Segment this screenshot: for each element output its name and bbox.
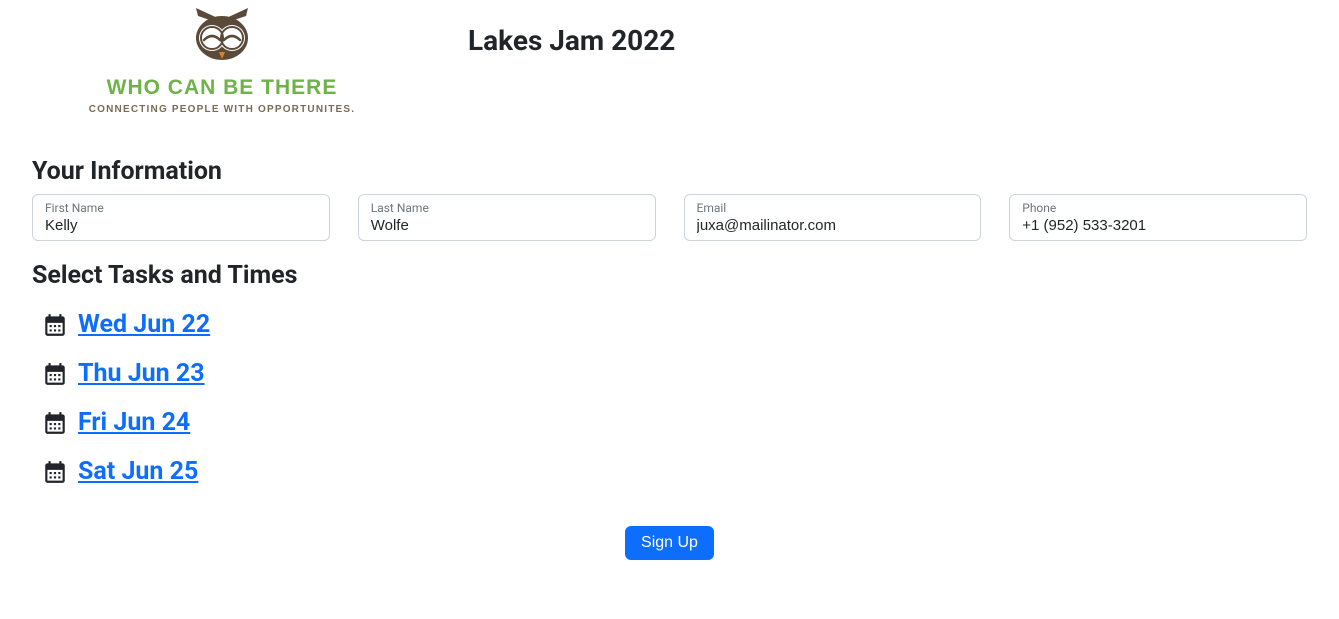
last-name-field[interactable] (371, 217, 643, 234)
signup-container: Sign Up (32, 526, 1307, 560)
calendar-icon (42, 361, 68, 387)
phone-group[interactable]: Phone (1009, 194, 1307, 241)
calendar-icon (42, 459, 68, 485)
signup-button[interactable]: Sign Up (625, 526, 714, 560)
date-row: Fri Jun 24 (42, 408, 1307, 437)
date-link-sat-jun-25[interactable]: Sat Jun 25 (78, 457, 198, 486)
date-link-fri-jun-24[interactable]: Fri Jun 24 (78, 408, 190, 437)
date-row: Sat Jun 25 (42, 457, 1307, 486)
logo: WHO CAN BE THERE CONNECTING PEOPLE WITH … (32, 4, 412, 115)
first-name-group[interactable]: First Name (32, 194, 330, 241)
date-link-wed-jun-22[interactable]: Wed Jun 22 (78, 310, 210, 339)
your-information-heading: Your Information (32, 157, 1307, 186)
email-label: Email (697, 201, 969, 215)
phone-field[interactable] (1022, 217, 1294, 234)
date-list: Wed Jun 22 Thu Jun 23 Fri Jun 24 Sat Jun… (32, 310, 1307, 486)
last-name-group[interactable]: Last Name (358, 194, 656, 241)
form-row: First Name Last Name Email Phone (32, 194, 1307, 241)
email-field[interactable] (697, 217, 969, 234)
logo-tagline: CONNECTING PEOPLE WITH OPPORTUNITES. (32, 104, 412, 115)
calendar-icon (42, 410, 68, 436)
date-row: Thu Jun 23 (42, 359, 1307, 388)
first-name-label: First Name (45, 201, 317, 215)
owl-icon (186, 4, 258, 70)
calendar-icon (42, 312, 68, 338)
select-tasks-heading: Select Tasks and Times (32, 261, 1307, 290)
date-link-thu-jun-23[interactable]: Thu Jun 23 (78, 359, 205, 388)
first-name-field[interactable] (45, 217, 317, 234)
logo-main-text: WHO CAN BE THERE (32, 76, 412, 100)
phone-label: Phone (1022, 201, 1294, 215)
email-group[interactable]: Email (684, 194, 982, 241)
date-row: Wed Jun 22 (42, 310, 1307, 339)
header: WHO CAN BE THERE CONNECTING PEOPLE WITH … (32, 0, 1307, 115)
last-name-label: Last Name (371, 201, 643, 215)
page-title: Lakes Jam 2022 (412, 4, 675, 57)
